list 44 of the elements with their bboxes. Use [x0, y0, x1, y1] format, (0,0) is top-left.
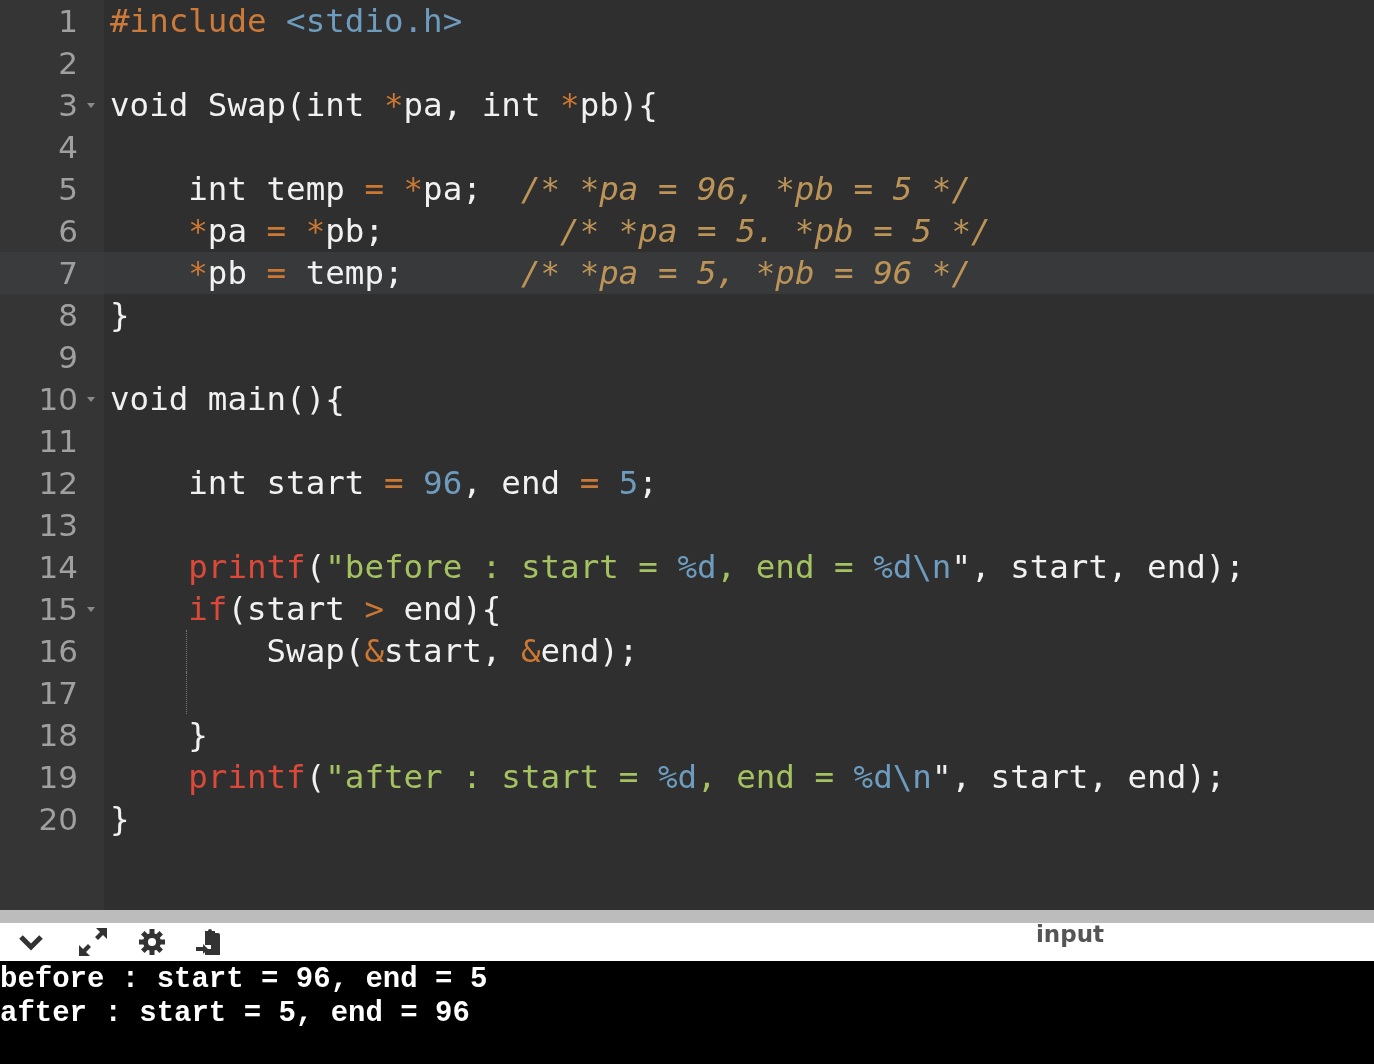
- expand-icon[interactable]: [78, 927, 108, 957]
- line-number: 19: [37, 759, 78, 795]
- code-line: }: [110, 295, 130, 336]
- line-number: 14: [37, 549, 78, 585]
- line-number: 10: [37, 381, 78, 417]
- input-label: input: [1035, 921, 1104, 947]
- code-line: #include <stdio.h>: [110, 1, 463, 42]
- code-line: Swap(&start, &end);: [266, 631, 639, 672]
- code-editor[interactable]: [0, 0, 1374, 910]
- code-line: void main(){: [110, 379, 345, 420]
- line-number: 18: [37, 717, 78, 753]
- code-line: }: [188, 715, 208, 756]
- console-output-line: before : start = 96, end = 5: [0, 963, 488, 997]
- code-line: *pb = temp; /* *pa = 5, *pb = 96 */: [188, 253, 971, 294]
- code-line: if(start > end){: [188, 589, 502, 630]
- console-output-line: after : start = 5, end = 96: [0, 997, 470, 1031]
- line-number: 9: [57, 339, 78, 375]
- code-line: }: [110, 799, 130, 840]
- fold-arrow-icon[interactable]: [87, 606, 95, 612]
- code-line: void Swap(int *pa, int *pb){: [110, 85, 658, 126]
- line-number: 8: [57, 297, 78, 333]
- line-number: 12: [37, 465, 78, 501]
- line-number: 13: [37, 507, 78, 543]
- code-line: printf("after : start = %d, end = %d\n", start, end);: [188, 757, 1226, 798]
- code-line: int start = 96, end = 5;: [188, 463, 658, 504]
- code-line: int temp = *pa; /* *pa = 96, *pb = 5 */: [188, 169, 971, 210]
- line-number: 11: [37, 423, 78, 459]
- chevron-down-icon[interactable]: [18, 933, 44, 951]
- line-number: 7: [57, 255, 78, 291]
- line-number: 20: [37, 801, 78, 837]
- line-number: 17: [37, 675, 78, 711]
- line-number: 4: [57, 129, 78, 165]
- line-number: 1: [57, 3, 78, 39]
- code-line: *pa = *pb; /* *pa = 5. *pb = 5 */: [188, 211, 991, 252]
- line-number: 2: [57, 45, 78, 81]
- settings-icon[interactable]: [138, 928, 166, 956]
- fold-arrow-icon[interactable]: [87, 102, 95, 108]
- fold-arrow-icon[interactable]: [87, 396, 95, 402]
- line-number: 15: [37, 591, 78, 627]
- line-number: 5: [57, 171, 78, 207]
- code-line: printf("before : start = %d, end = %d\n", start, end);: [188, 547, 1245, 588]
- line-number: 6: [57, 213, 78, 249]
- line-number: 3: [57, 87, 78, 123]
- line-number: 16: [37, 633, 78, 669]
